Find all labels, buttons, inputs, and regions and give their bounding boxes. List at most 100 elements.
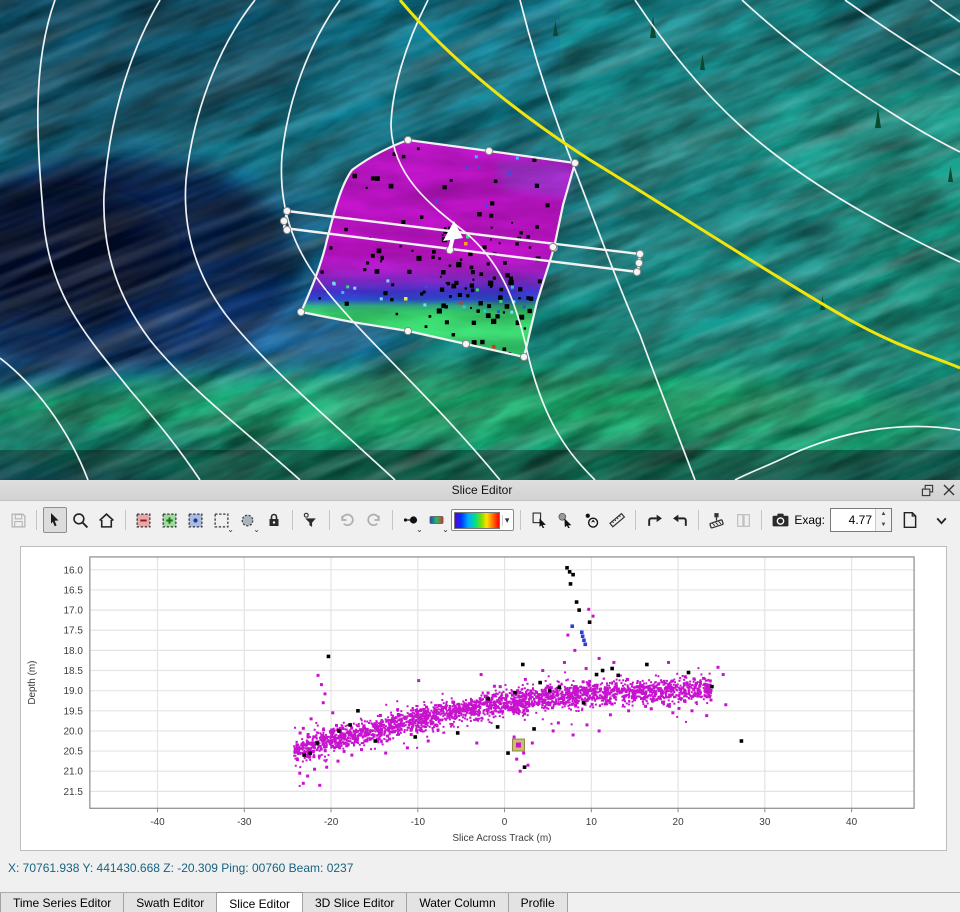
selection-handle[interactable] [485, 147, 492, 154]
tab-profile[interactable]: Profile [508, 893, 568, 912]
snapshot-icon [771, 512, 790, 528]
colormap-select[interactable]: ▾ [451, 509, 515, 531]
selection-handle[interactable] [283, 226, 290, 233]
accept-selection-button[interactable] [158, 507, 182, 533]
selection-handle[interactable] [462, 340, 469, 347]
selection-handle[interactable] [549, 243, 556, 250]
center-on-point-button[interactable] [579, 507, 603, 533]
select-ping-icon [531, 512, 548, 529]
chevron-down-icon: ⌄ [227, 526, 234, 534]
svg-text:21.0: 21.0 [63, 767, 83, 778]
zoom-tool-button[interactable] [69, 507, 93, 533]
select-beam-button[interactable] [553, 507, 577, 533]
svg-text:-40: -40 [150, 817, 165, 828]
save-icon [10, 512, 27, 529]
exag-label: Exag: [794, 513, 825, 527]
filter-icon [302, 512, 319, 529]
exaggeration-group: Exag: ▲ ▼ [794, 507, 954, 533]
close-icon [943, 484, 955, 496]
reject-selection-icon [135, 512, 152, 529]
selection-handle[interactable] [520, 353, 527, 360]
slice-editor-toolbar: ⌄ ⌄ [0, 501, 960, 539]
selection-handle[interactable] [633, 268, 640, 275]
reject-outside-button[interactable] [132, 507, 156, 533]
panel-titlebar: Slice Editor [0, 480, 960, 501]
zoom-icon [72, 512, 89, 529]
selection-handle[interactable] [404, 136, 411, 143]
chevron-down-icon: ▾ [502, 515, 512, 526]
exag-decrease-button[interactable]: ▼ [876, 520, 891, 531]
select-ping-button[interactable] [527, 507, 551, 533]
exag-input[interactable] [831, 509, 875, 531]
svg-text:20.5: 20.5 [63, 747, 83, 758]
color-by-button[interactable]: ⌄ [425, 507, 449, 533]
svg-text:16.5: 16.5 [63, 585, 83, 596]
selection-handle[interactable] [280, 217, 287, 224]
point-size-button[interactable]: ⌄ [399, 507, 423, 533]
tab-3d-slice-editor[interactable]: 3D Slice Editor [302, 893, 407, 912]
svg-text:0: 0 [502, 817, 508, 828]
selection-handle[interactable] [635, 259, 642, 266]
selected-sounding-marker[interactable] [512, 739, 524, 751]
step-back-button[interactable] [668, 507, 692, 533]
chevron-down-icon: ⌄ [253, 526, 260, 534]
plot-region: 16.016.517.017.518.018.519.019.520.020.5… [0, 546, 960, 892]
slice-editor-window: Slice Editor [0, 0, 960, 912]
measure-button[interactable] [605, 507, 629, 533]
place-marker-button[interactable] [705, 507, 729, 533]
home-view-button[interactable] [95, 507, 119, 533]
svg-text:19.5: 19.5 [63, 706, 83, 717]
svg-text:16.0: 16.0 [63, 565, 83, 576]
tab-time-series-editor[interactable]: Time Series Editor [0, 893, 124, 912]
svg-text:21.5: 21.5 [63, 787, 83, 798]
filter-button[interactable] [299, 507, 323, 533]
selection-handle[interactable] [636, 250, 643, 257]
save-button[interactable] [6, 507, 30, 533]
selection-shape-button[interactable]: ⌄ [210, 507, 234, 533]
accept-selection-icon [161, 512, 178, 529]
series-accepted [293, 608, 727, 787]
svg-text:-10: -10 [411, 817, 426, 828]
colormap-swatch [454, 512, 500, 529]
select-beam-icon [557, 512, 574, 529]
toolbar-overflow-button[interactable] [928, 507, 954, 533]
bathymetry-3d-view[interactable] [0, 0, 960, 480]
svg-text:20: 20 [673, 817, 685, 828]
svg-text:20.0: 20.0 [63, 726, 83, 737]
svg-text:19.0: 19.0 [63, 686, 83, 697]
redo-icon [365, 512, 382, 529]
pointer-tool-button[interactable] [43, 507, 67, 533]
selection-handle[interactable] [571, 159, 578, 166]
tab-water-column[interactable]: Water Column [406, 893, 508, 912]
exag-increase-button[interactable]: ▲ [876, 509, 891, 520]
editor-tabbar: Time Series EditorSwath EditorSlice Edit… [0, 892, 960, 912]
step-forward-icon [646, 512, 663, 529]
split-view-icon [735, 512, 752, 529]
lock-button[interactable] [262, 507, 286, 533]
brush-shape-button[interactable]: ⌄ [236, 507, 260, 533]
pointer-icon [47, 512, 63, 528]
home-icon [98, 512, 115, 529]
selection-handle[interactable] [297, 308, 304, 315]
slice-scatter-plot[interactable]: 16.016.517.017.518.018.519.019.520.020.5… [21, 547, 946, 850]
redo-button[interactable] [362, 507, 386, 533]
step-forward-button[interactable] [642, 507, 666, 533]
undo-icon [339, 512, 356, 529]
snapshot-button[interactable] [768, 507, 792, 533]
split-view-button[interactable] [731, 507, 755, 533]
panel-title: Slice Editor [48, 483, 916, 497]
close-panel-button[interactable] [938, 481, 960, 499]
tab-slice-editor[interactable]: Slice Editor [216, 892, 303, 912]
selection-handle[interactable] [404, 327, 411, 334]
svg-text:18.5: 18.5 [63, 666, 83, 677]
report-button[interactable] [897, 507, 923, 533]
tab-swath-editor[interactable]: Swath Editor [123, 893, 217, 912]
report-icon [902, 511, 918, 529]
svg-text:18.0: 18.0 [63, 646, 83, 657]
float-panel-button[interactable] [916, 481, 938, 499]
selection-handle[interactable] [283, 207, 290, 214]
exag-spinbox: ▲ ▼ [830, 508, 892, 532]
undo-button[interactable] [336, 507, 360, 533]
select-inside-icon [187, 512, 204, 529]
select-inside-button[interactable] [184, 507, 208, 533]
